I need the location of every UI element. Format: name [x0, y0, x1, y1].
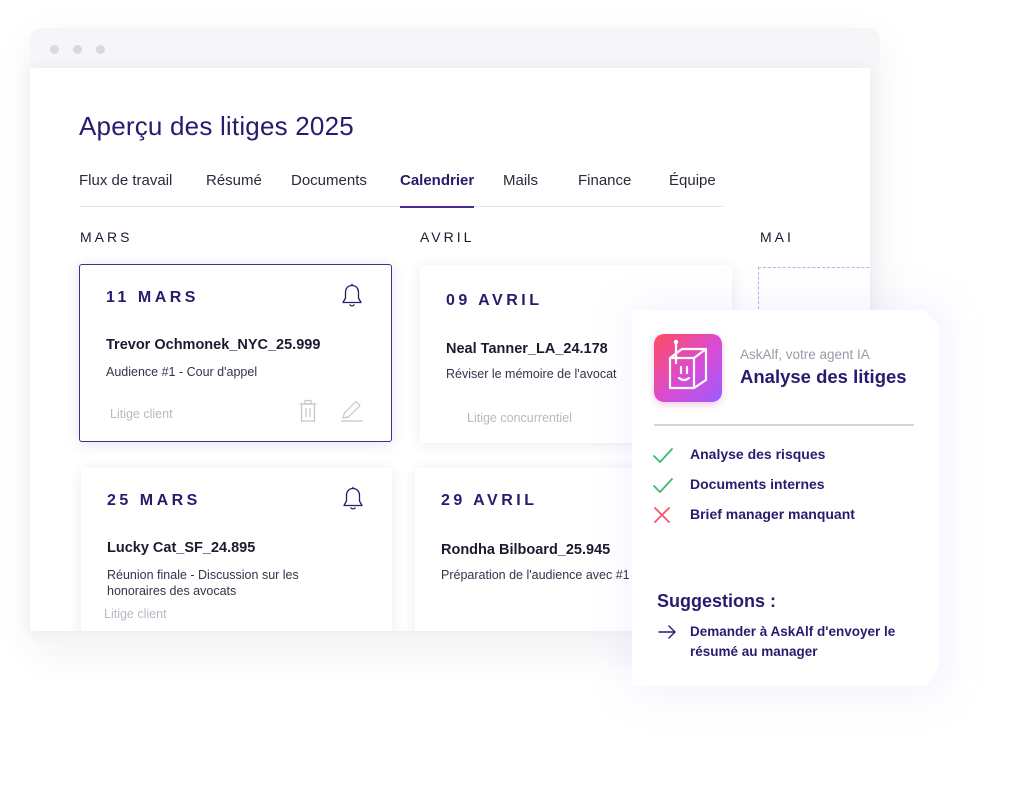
arrow-right-icon — [658, 625, 676, 639]
tab-flux-de-travail[interactable]: Flux de travail — [79, 172, 172, 189]
window-dot-minimize[interactable] — [73, 45, 82, 54]
tab-finance[interactable]: Finance — [578, 172, 631, 189]
month-header-mars: MARS — [80, 229, 133, 245]
event-card[interactable]: 25 MARS Lucky Cat_SF_24.895 Réunion fina… — [81, 468, 392, 631]
active-tab-indicator — [400, 206, 474, 208]
window-dot-close[interactable] — [50, 45, 59, 54]
divider — [654, 424, 914, 426]
tab-resume[interactable]: Résumé — [206, 172, 262, 189]
card-description: Préparation de l'audience avec #1 — [441, 568, 630, 582]
check-label: Analyse des risques — [690, 446, 826, 462]
tab-equipe[interactable]: Équipe — [669, 172, 716, 189]
tab-calendrier[interactable]: Calendrier — [400, 172, 474, 189]
check-label: Documents internes — [690, 476, 825, 492]
card-client: Lucky Cat_SF_24.895 — [107, 540, 256, 556]
card-tag: Litige client — [110, 407, 173, 421]
askalf-logo — [654, 334, 722, 402]
card-client: Rondha Bilboard_25.945 — [441, 542, 611, 558]
suggestions-title: Suggestions : — [657, 591, 777, 611]
bell-icon[interactable] — [341, 283, 363, 309]
card-date: 09 AVRIL — [446, 292, 543, 309]
tab-bar: Flux de travail Résumé Documents Calendr… — [79, 168, 723, 208]
month-header-mai: MAI — [760, 229, 794, 245]
card-date: 29 AVRIL — [441, 492, 538, 509]
ai-subtitle: AskAlf, votre agent IA — [740, 347, 870, 362]
checkmark-icon — [653, 448, 673, 463]
card-description: Réunion finale - Discussion sur les hono… — [107, 568, 299, 598]
card-date: 11 MARS — [106, 289, 199, 306]
card-tag: Litige concurrentiel — [467, 411, 572, 425]
ai-title: Analyse des litiges — [740, 366, 907, 387]
card-tag: Litige client — [104, 607, 167, 621]
tab-mails[interactable]: Mails — [503, 172, 538, 189]
window-dot-maximize[interactable] — [96, 45, 105, 54]
bell-icon[interactable] — [342, 486, 364, 512]
check-label: Brief manager manquant — [690, 506, 855, 522]
card-description: Réviser le mémoire de l'avocat — [446, 367, 617, 381]
cross-icon — [654, 507, 670, 523]
page-title: Aperçu des litiges 2025 — [79, 111, 354, 141]
trash-icon[interactable] — [298, 399, 318, 423]
ai-assistant-panel: AskAlf, votre agent IA Analyse des litig… — [632, 310, 939, 686]
checkmark-icon — [653, 478, 673, 493]
card-description: Audience #1 - Cour d'appel — [106, 365, 258, 379]
edit-icon[interactable] — [339, 399, 365, 423]
robot-icon — [668, 339, 708, 390]
card-client: Trevor Ochmonek_NYC_25.999 — [106, 337, 321, 353]
tab-documents[interactable]: Documents — [291, 172, 367, 189]
suggestion-text: Demander à AskAlf d'envoyer le résumé au… — [690, 624, 896, 659]
card-date: 25 MARS — [107, 492, 201, 509]
month-header-avril: AVRIL — [420, 229, 475, 245]
event-card[interactable]: 11 MARS Trevor Ochmonek_NYC_25.999 Audie… — [79, 264, 392, 442]
card-client: Neal Tanner_LA_24.178 — [446, 341, 608, 357]
